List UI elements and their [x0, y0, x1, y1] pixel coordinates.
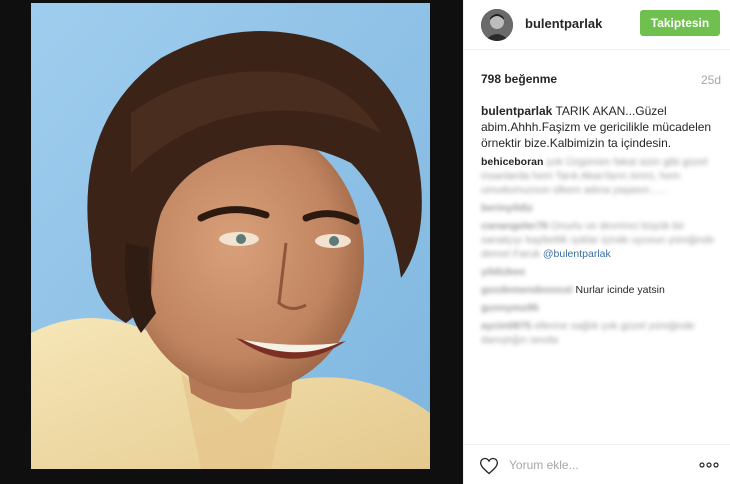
heart-icon[interactable]: [479, 456, 499, 476]
comment-item: gozdemendeoncel Nurlar icinde yatsin: [481, 283, 717, 297]
avatar[interactable]: [481, 9, 513, 41]
caption-author[interactable]: bulentparlak: [481, 104, 552, 118]
post-stats: 798 beğenme 25d: [481, 72, 721, 90]
comment-item: behiceboran çok Üzgünüm fakat sizin gibi…: [481, 155, 717, 197]
comment-input[interactable]: [509, 453, 689, 477]
post-header: bulentparlak Takiptesin: [464, 0, 730, 50]
comment-item: canangeler76 Onurlu ve devrimci büyük bi…: [481, 219, 717, 261]
comment-user[interactable]: berinyildiz: [481, 202, 533, 214]
comment-user[interactable]: behiceboran: [481, 156, 543, 168]
portrait-image: [31, 3, 430, 469]
post-photo[interactable]: [31, 3, 430, 469]
mention-link[interactable]: @bulentparlak: [543, 248, 611, 260]
post-side-panel: bulentparlak Takiptesin 798 beğenme 25d …: [463, 0, 730, 484]
comment-item: yildizkeo: [481, 265, 717, 279]
comment-user[interactable]: gunnymz95: [481, 302, 539, 314]
comment-item: gunnymz95: [481, 301, 717, 315]
comment-text: Nurlar icinde yatsin: [575, 284, 665, 296]
comment-item: berinyildiz: [481, 201, 717, 215]
likes-count[interactable]: 798 beğenme: [481, 72, 557, 86]
comment-item: aycin0875 ellerine sağlık çok güzel yüre…: [481, 319, 717, 347]
post-caption: bulentparlak TARIK AKAN...Güzel abim.Ahh…: [481, 103, 717, 151]
post-footer: [464, 444, 730, 484]
username-link[interactable]: bulentparlak: [525, 16, 602, 31]
avatar-image: [481, 9, 513, 41]
following-button[interactable]: Takiptesin: [640, 10, 720, 36]
comment-user[interactable]: gozdemendeoncel: [481, 284, 573, 296]
comment-user[interactable]: aycin0875: [481, 320, 531, 332]
comment-list: behiceboran çok Üzgünüm fakat sizin gibi…: [481, 155, 717, 351]
comment-user[interactable]: yildizkeo: [481, 266, 525, 278]
comment-user[interactable]: canangeler76: [481, 220, 548, 232]
photo-panel: [0, 0, 463, 484]
post-age[interactable]: 25d: [701, 73, 721, 87]
more-options-icon[interactable]: [698, 455, 720, 475]
